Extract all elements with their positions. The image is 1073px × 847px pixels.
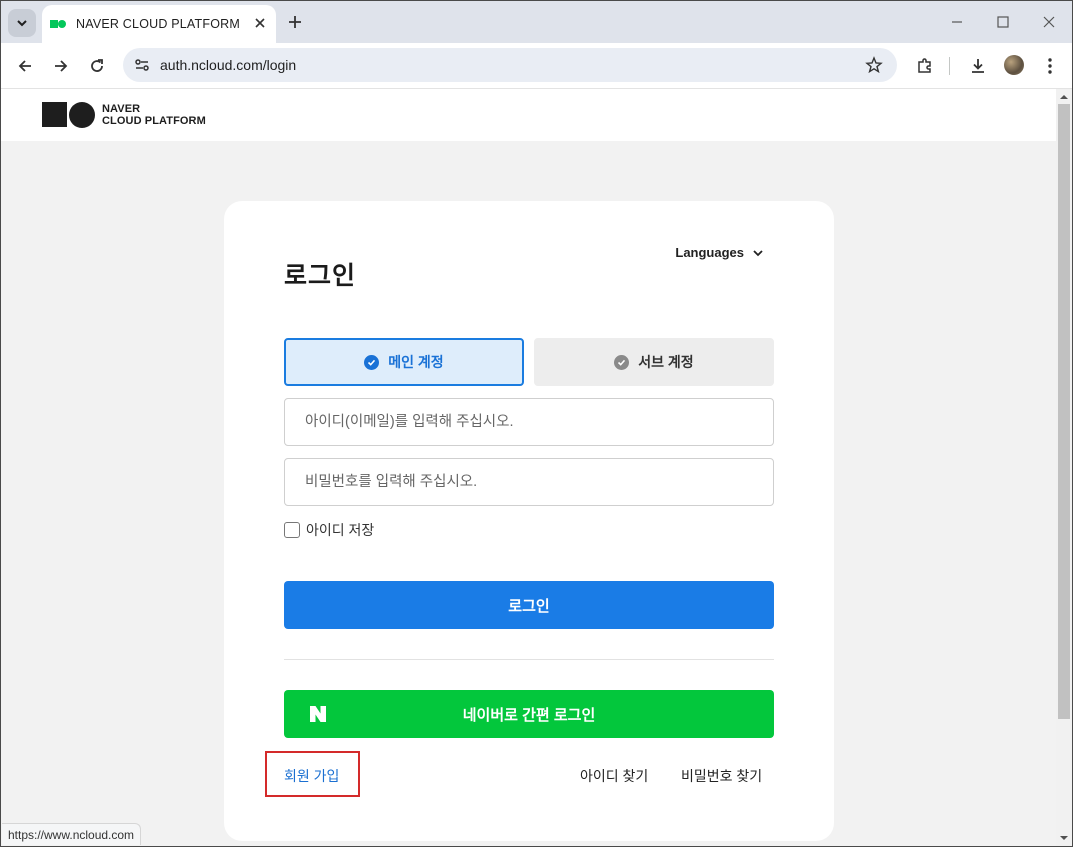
id-input[interactable] (284, 398, 774, 446)
remember-id-label: 아이디 저장 (306, 522, 375, 538)
more-vert-icon (1048, 58, 1052, 74)
scroll-up-arrow-icon[interactable] (1060, 93, 1068, 101)
chevron-down-icon (17, 20, 27, 27)
remember-id-row[interactable]: 아이디 저장 (284, 520, 374, 540)
naver-login-label: 네이버로 간편 로그인 (462, 706, 596, 724)
tab-sub-account-label: 서브 계정 (638, 354, 694, 370)
tab-main-account-label: 메인 계정 (388, 354, 444, 370)
maximize-icon[interactable] (992, 11, 1014, 33)
logo-line-1: NAVER (102, 103, 141, 115)
site-settings-icon[interactable] (132, 55, 152, 75)
vertical-scrollbar[interactable] (1056, 89, 1072, 846)
login-card: Languages 로그인 메인 계정 서브 계정 아이디 저장 (224, 201, 834, 841)
bookmark-star-icon[interactable] (865, 56, 883, 74)
new-tab-plus-icon[interactable] (285, 12, 305, 32)
logo-circle-icon (69, 102, 95, 128)
languages-dropdown[interactable]: Languages (675, 245, 764, 260)
site-header: NAVER CLOUD PLATFORM (1, 89, 1056, 141)
minimize-icon[interactable] (946, 11, 968, 33)
toolbar-separator (949, 57, 950, 75)
divider (284, 659, 774, 660)
browser-window: NAVER CLOUD PLATFORM auth.ncloud.com/log… (0, 0, 1073, 847)
profile-avatar[interactable] (1004, 55, 1024, 75)
chevron-down-icon (753, 249, 763, 256)
puzzle-icon (918, 58, 931, 73)
menu-button[interactable] (1038, 54, 1062, 78)
naver-cloud-favicon-icon (50, 18, 68, 30)
languages-label: Languages (675, 245, 744, 260)
close-icon[interactable] (252, 15, 268, 31)
back-button[interactable] (13, 54, 37, 78)
signup-link[interactable]: 회원 가입 (284, 766, 339, 786)
address-bar[interactable]: auth.ncloud.com/login (123, 48, 897, 82)
reload-button[interactable] (85, 54, 109, 78)
window-close-icon[interactable] (1038, 11, 1060, 33)
find-password-link[interactable]: 비밀번호 찾기 (681, 766, 762, 786)
tab-search-button[interactable] (8, 9, 36, 37)
page-title: 로그인 (284, 262, 357, 290)
scroll-down-arrow-icon[interactable] (1060, 834, 1068, 842)
browser-toolbar: auth.ncloud.com/login (1, 43, 1072, 89)
logo-line-2: CLOUD PLATFORM (102, 115, 206, 127)
reload-icon (91, 59, 103, 72)
forward-button[interactable] (49, 54, 73, 78)
downloads-button[interactable] (966, 54, 990, 78)
page-content: NAVER CLOUD PLATFORM Languages 로그인 메인 계정 (1, 89, 1056, 846)
find-id-link[interactable]: 아이디 찾기 (580, 766, 648, 786)
naver-n-icon (310, 706, 326, 722)
tab-title: NAVER CLOUD PLATFORM (76, 17, 240, 31)
password-input[interactable] (284, 458, 774, 506)
naver-login-button[interactable]: 네이버로 간편 로그인 (284, 690, 774, 738)
arrow-left-icon (18, 60, 31, 72)
scrollbar-thumb[interactable] (1058, 104, 1070, 719)
tab-sub-account[interactable]: 서브 계정 (534, 338, 774, 386)
arrow-right-icon (55, 60, 68, 72)
check-circle-icon (364, 354, 380, 370)
download-icon (972, 59, 984, 73)
extensions-button[interactable] (913, 54, 937, 78)
logo-square-icon (42, 102, 67, 127)
tab-strip: NAVER CLOUD PLATFORM (1, 1, 1072, 43)
login-button[interactable]: 로그인 (284, 581, 774, 629)
status-bar: https://www.ncloud.com (2, 823, 142, 845)
remember-id-checkbox[interactable] (284, 522, 300, 538)
tab-main-account[interactable]: 메인 계정 (284, 338, 524, 386)
active-tab[interactable]: NAVER CLOUD PLATFORM (42, 5, 276, 43)
url-text: auth.ncloud.com/login (160, 57, 297, 73)
check-circle-icon (614, 354, 630, 370)
